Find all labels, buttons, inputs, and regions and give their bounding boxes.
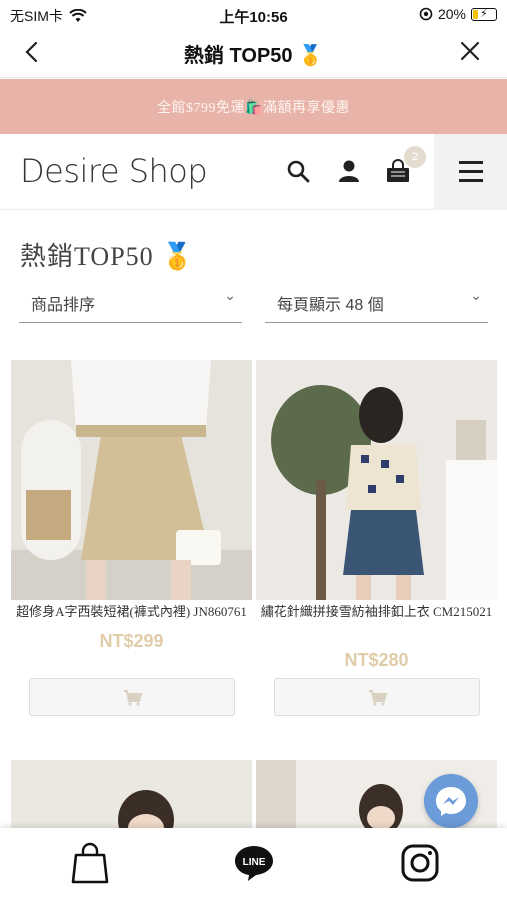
search-icon[interactable] bbox=[285, 158, 311, 184]
product-card[interactable]: 繡花針織拼接雪紡袖排釦上衣 CM215021 NT$280 bbox=[256, 360, 498, 720]
bottom-bar: LINE bbox=[0, 828, 507, 900]
shop-logo[interactable]: Desire Shop bbox=[20, 152, 208, 190]
product-price: NT$299 bbox=[99, 631, 164, 651]
per-page-select-label: 每頁顯示 48 個 bbox=[277, 297, 384, 314]
chevron-down-icon: ⌄ bbox=[224, 287, 236, 303]
battery-percent: 20% bbox=[437, 6, 466, 22]
messenger-button[interactable] bbox=[424, 774, 478, 828]
chevron-down-icon: ⌄ bbox=[470, 287, 482, 303]
sort-select-label: 商品排序 bbox=[31, 297, 96, 314]
product-name[interactable]: 超修身A字西裝短裙(褲式內裡) JN860761 bbox=[11, 602, 252, 621]
shop-header: Desire Shop 2 bbox=[0, 134, 507, 210]
orientation-lock-icon bbox=[419, 7, 433, 21]
per-page-select[interactable]: 每頁顯示 48 個 ⌄ bbox=[265, 285, 488, 323]
line-icon[interactable]: LINE bbox=[234, 842, 274, 884]
product-card[interactable]: 超修身A字西裝短裙(褲式內裡) JN860761 NT$299 bbox=[11, 360, 253, 720]
menu-button[interactable] bbox=[434, 134, 507, 210]
product-image[interactable] bbox=[11, 760, 252, 828]
account-icon[interactable] bbox=[336, 158, 362, 184]
svg-text:LINE: LINE bbox=[243, 857, 266, 868]
promo-text: 全館$799免運🛍️滿額再享優惠 bbox=[157, 100, 350, 116]
cart-icon bbox=[369, 690, 388, 706]
instagram-icon[interactable] bbox=[400, 842, 440, 884]
product-price: NT$280 bbox=[344, 650, 409, 670]
page-title: 熱銷TOP50 🥇 bbox=[20, 242, 195, 271]
promo-banner[interactable]: 全館$799免運🛍️滿額再享優惠 bbox=[0, 79, 507, 134]
sort-select[interactable]: 商品排序 ⌄ bbox=[19, 285, 242, 323]
nav-title: 熱銷 TOP50 🥇 bbox=[183, 45, 323, 67]
add-to-cart-button[interactable] bbox=[29, 678, 235, 716]
add-to-cart-button[interactable] bbox=[274, 678, 480, 716]
shopping-bag-icon[interactable] bbox=[70, 842, 110, 884]
cart-icon bbox=[124, 690, 143, 706]
status-bar: 无SIM卡 上午10:56 20% ⚡ bbox=[0, 0, 507, 28]
product-image[interactable] bbox=[11, 360, 252, 600]
cart-count-badge: 2 bbox=[404, 146, 426, 168]
close-icon[interactable] bbox=[459, 40, 481, 62]
messenger-icon bbox=[436, 787, 466, 816]
product-name[interactable]: 繡花針織拼接雪紡袖排釦上衣 CM215021 bbox=[256, 602, 497, 621]
battery-icon: ⚡ bbox=[471, 7, 497, 21]
battery-group: 20% ⚡ bbox=[419, 6, 497, 22]
product-image[interactable] bbox=[256, 360, 497, 600]
nav-bar: 熱銷 TOP50 🥇 bbox=[0, 28, 507, 78]
menu-icon bbox=[459, 161, 483, 164]
